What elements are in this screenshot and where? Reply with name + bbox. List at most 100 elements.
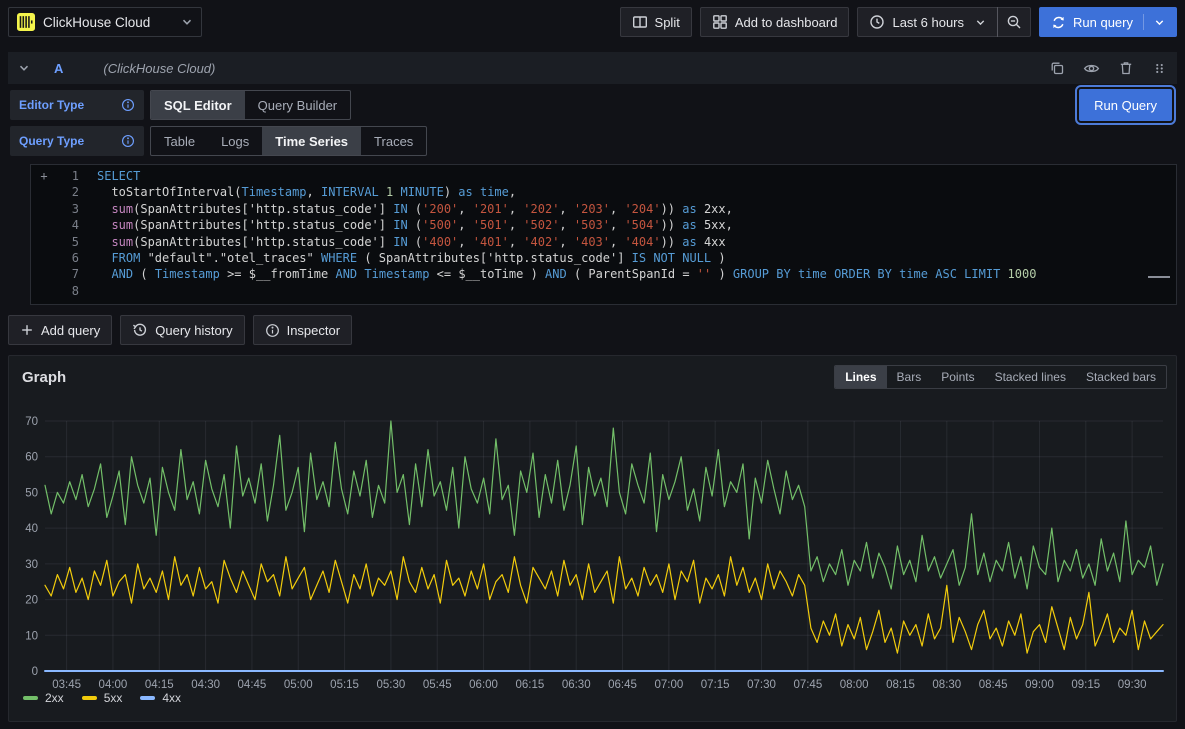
code-line: 8: [31, 283, 1176, 299]
mode-lines[interactable]: Lines: [835, 366, 886, 388]
code-text: toStartOfInterval(Timestamp, INTERVAL 1 …: [79, 184, 516, 200]
x-tick-label: 09:00: [1025, 679, 1054, 691]
x-tick-label: 09:15: [1071, 679, 1100, 691]
trash-icon[interactable]: [1118, 60, 1134, 76]
editor-type-row: Editor Type SQL Editor Query Builder Run…: [8, 90, 1177, 120]
y-tick-label: 60: [25, 452, 38, 464]
zoom-out-button[interactable]: [997, 7, 1031, 37]
collapse-chevron-icon[interactable]: [18, 62, 30, 74]
run-query-panel-button[interactable]: Run Query: [1079, 89, 1172, 121]
inspector-button[interactable]: Inspector: [253, 315, 352, 345]
editor-type-label: Editor Type: [10, 90, 144, 120]
add-to-dashboard-button[interactable]: Add to dashboard: [700, 7, 850, 37]
legend-label: 5xx: [104, 691, 123, 705]
legend-label: 2xx: [45, 691, 64, 705]
query-type-traces[interactable]: Traces: [361, 127, 426, 155]
datasource-picker[interactable]: ClickHouse Cloud: [8, 7, 202, 37]
code-text: FROM "default"."otel_traces" WHERE ( Spa…: [79, 250, 726, 266]
code-text: sum(SpanAttributes['http.status_code'] I…: [79, 201, 733, 217]
editor-type-sql-editor[interactable]: SQL Editor: [151, 91, 245, 119]
code-text: SELECT: [79, 168, 140, 184]
sql-editor[interactable]: +1SELECT2 toStartOfInterval(Timestamp, I…: [30, 164, 1177, 305]
line-number: 5: [57, 234, 79, 250]
x-tick-label: 06:15: [515, 679, 544, 691]
query-history-button[interactable]: Query history: [120, 315, 244, 345]
line-number: 1: [57, 168, 79, 184]
gridlines: [45, 421, 1163, 671]
time-range-picker[interactable]: Last 6 hours: [857, 7, 998, 37]
topbar: ClickHouse Cloud Split Add to dashboard …: [0, 0, 1185, 44]
mode-stacked-bars[interactable]: Stacked bars: [1076, 366, 1166, 388]
mode-points[interactable]: Points: [931, 366, 984, 388]
code-line: 7 AND ( Timestamp >= $__fromTime AND Tim…: [31, 266, 1176, 282]
query-type-toggle: Table Logs Time Series Traces: [150, 126, 427, 156]
plus-icon: [20, 323, 34, 337]
code-text: [79, 283, 97, 299]
query-row-header: A (ClickHouse Cloud): [8, 52, 1177, 84]
run-query-button[interactable]: Run query: [1039, 7, 1177, 37]
code-line: +1SELECT: [31, 168, 1176, 184]
chevron-down-icon: [975, 17, 986, 28]
legend-item-4xx[interactable]: 4xx: [140, 691, 181, 705]
split-icon: [632, 14, 648, 30]
line-number: 8: [57, 283, 79, 299]
x-tick-label: 03:45: [52, 679, 81, 691]
query-ref-id[interactable]: A: [54, 61, 63, 76]
legend-swatch: [23, 696, 38, 700]
y-tick-label: 20: [25, 595, 38, 607]
topbar-actions: Split Add to dashboard Last 6 hours: [620, 7, 1177, 37]
gutter-spacer: [31, 283, 57, 299]
legend-item-5xx[interactable]: 5xx: [82, 691, 123, 705]
x-tick-label: 06:30: [562, 679, 591, 691]
eye-icon[interactable]: [1083, 60, 1100, 77]
query-header-actions: [1049, 60, 1167, 77]
query-type-logs[interactable]: Logs: [208, 127, 262, 155]
chart-legend: 2xx 5xx 4xx: [9, 691, 1176, 705]
info-icon: [265, 323, 280, 338]
history-icon: [132, 322, 148, 338]
query-actions: Add query Query history Inspector: [8, 315, 1177, 345]
zoom-out-icon: [1006, 14, 1022, 30]
query-type-row: Query Type Table Logs Time Series Traces: [8, 126, 1177, 156]
clock-icon: [869, 14, 885, 30]
editor-type-query-builder[interactable]: Query Builder: [245, 91, 350, 119]
y-tick-label: 0: [32, 666, 38, 678]
line-number: 3: [57, 201, 79, 217]
code-line: 3 sum(SpanAttributes['http.status_code']…: [31, 201, 1176, 217]
gutter-spacer: [31, 250, 57, 266]
x-tick-label: 06:00: [469, 679, 498, 691]
gutter-spacer: [31, 184, 57, 200]
add-query-button[interactable]: Add query: [8, 315, 112, 345]
sync-icon: [1051, 15, 1066, 30]
line-number: 6: [57, 250, 79, 266]
series-5xx-line: [45, 557, 1163, 653]
code-line: 6 FROM "default"."otel_traces" WHERE ( S…: [31, 250, 1176, 266]
axis-labels: 01020304050607003:4504:0004:1504:3004:45…: [25, 416, 1146, 691]
gutter-spacer: [31, 201, 57, 217]
y-tick-label: 30: [25, 559, 38, 571]
duplicate-icon[interactable]: [1049, 60, 1065, 76]
x-tick-label: 07:15: [701, 679, 730, 691]
x-tick-label: 08:00: [840, 679, 869, 691]
query-type-time-series[interactable]: Time Series: [262, 127, 361, 155]
drag-handle-icon[interactable]: [1152, 61, 1167, 76]
x-tick-label: 05:15: [330, 679, 359, 691]
legend-item-2xx[interactable]: 2xx: [23, 691, 64, 705]
y-tick-label: 70: [25, 416, 38, 428]
time-series-chart[interactable]: 01020304050607003:4504:0004:1504:3004:45…: [15, 391, 1170, 703]
mode-stacked-lines[interactable]: Stacked lines: [985, 366, 1076, 388]
info-icon[interactable]: [121, 134, 135, 148]
split-button[interactable]: Split: [620, 7, 692, 37]
mode-bars[interactable]: Bars: [887, 366, 932, 388]
info-icon[interactable]: [121, 98, 135, 112]
x-tick-label: 09:30: [1118, 679, 1147, 691]
query-type-table[interactable]: Table: [151, 127, 208, 155]
code-line: 5 sum(SpanAttributes['http.status_code']…: [31, 234, 1176, 250]
datasource-name: ClickHouse Cloud: [43, 15, 150, 30]
x-tick-label: 08:30: [932, 679, 961, 691]
gutter-plus-icon: +: [31, 168, 57, 184]
code-text: AND ( Timestamp >= $__fromTime AND Times…: [79, 266, 1036, 282]
line-number: 7: [57, 266, 79, 282]
editor-type-toggle: SQL Editor Query Builder: [150, 90, 351, 120]
apps-grid-icon: [712, 14, 728, 30]
